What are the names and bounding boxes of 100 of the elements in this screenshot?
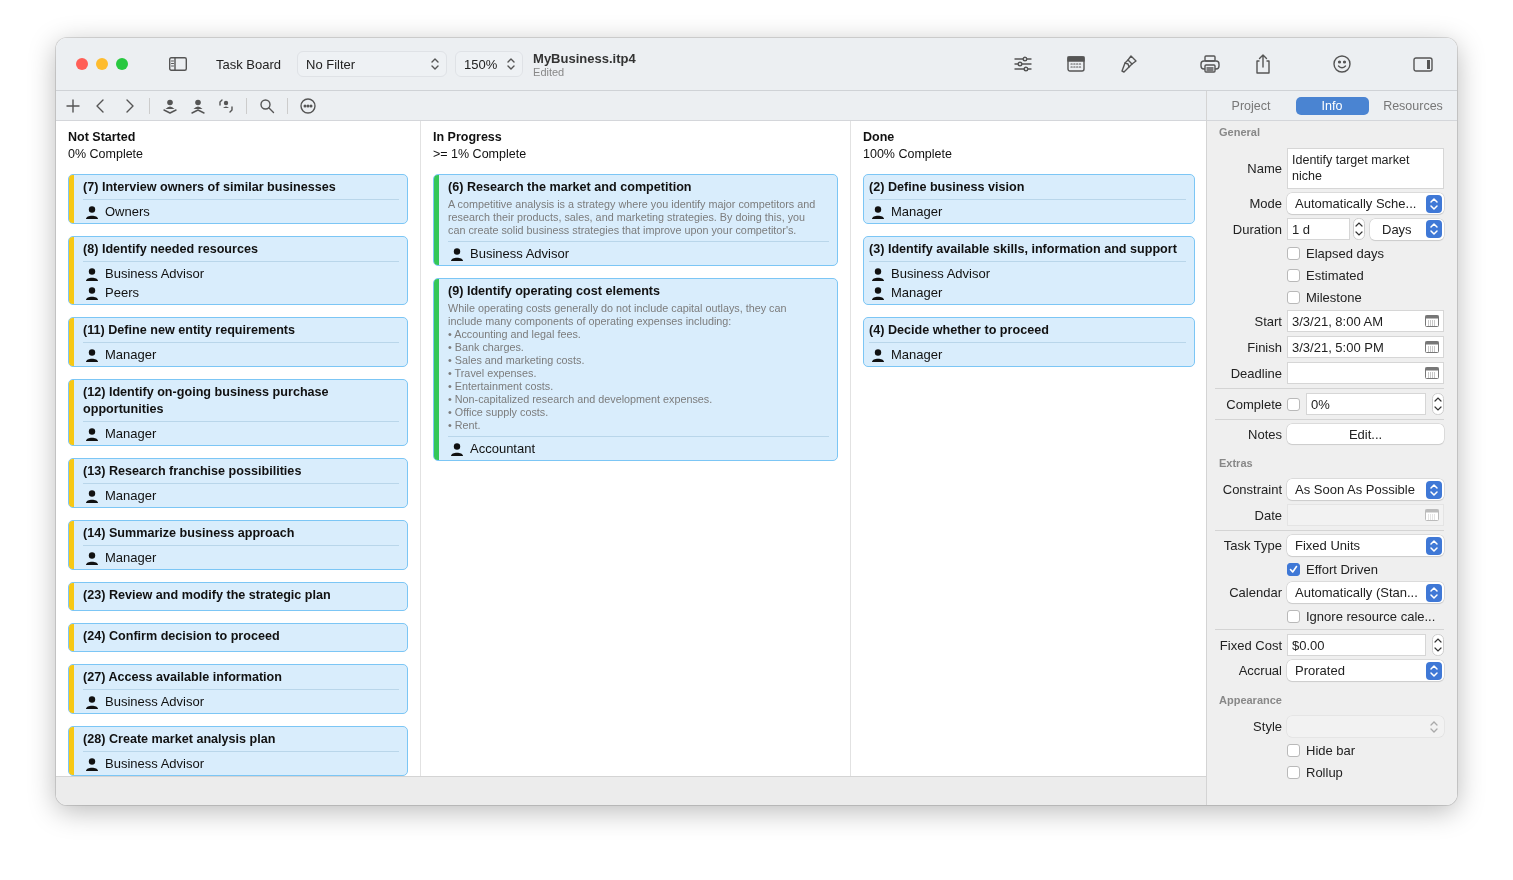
person-swap-icon[interactable] xyxy=(218,97,234,114)
resource-name: Manager xyxy=(105,487,157,505)
person-icon xyxy=(871,347,885,362)
resource-name: Manager xyxy=(105,425,157,443)
search-icon[interactable] xyxy=(259,97,275,114)
checkbox-label: Elapsed days xyxy=(1306,245,1385,261)
card-title: (27) Access available information xyxy=(83,669,283,686)
person-icon xyxy=(85,426,99,441)
calendar-icon[interactable] xyxy=(1425,315,1439,327)
person-icon xyxy=(871,285,885,300)
section-title: Extras xyxy=(1218,456,1254,469)
resource-name: Peers xyxy=(105,284,139,302)
checkbox[interactable] xyxy=(1287,562,1300,576)
checkbox[interactable] xyxy=(1287,397,1300,411)
card-title: (12) Identify on-going business purchase opportunities xyxy=(83,384,330,418)
task-card[interactable]: (23) Review and modify the strategic plan xyxy=(68,582,408,611)
filter-popup[interactable]: No Filter xyxy=(297,51,448,77)
person-icon xyxy=(450,441,464,456)
brush-icon[interactable] xyxy=(1120,54,1138,74)
person-icon xyxy=(85,285,99,300)
task-card[interactable]: (13) Research franchise possibilities Manager xyxy=(68,458,408,508)
field-label: Style xyxy=(1252,719,1282,734)
sidebar-icon[interactable] xyxy=(169,57,187,71)
outdent-person-icon[interactable] xyxy=(190,97,206,114)
card-title: (9) Identify operating cost elements xyxy=(448,283,662,300)
unit-popup[interactable]: Days xyxy=(1370,218,1444,240)
card-notes: • Accounting and legal fees. xyxy=(448,328,582,341)
field-label: Accrual xyxy=(1237,663,1282,678)
person-icon xyxy=(85,756,99,771)
task-card[interactable]: (8) Identify needed resources Business Advisor Peers xyxy=(68,236,408,305)
card-notes: A competitive analysis is a strategy where you identify major competitors and research their products, sales, and marketing strategies. By doing this, you can create solid business strategies that improve upon your competitor's. xyxy=(448,198,817,237)
resource-name: Business Advisor xyxy=(470,245,569,263)
date-field[interactable] xyxy=(1287,362,1444,384)
smiley-icon[interactable] xyxy=(1333,55,1351,73)
task-card[interactable]: (12) Identify on-going business purchase opportunities Manager xyxy=(68,379,408,446)
sliders-icon[interactable] xyxy=(1014,56,1032,72)
card-title: (8) Identify needed resources xyxy=(83,241,259,258)
stepper-icon[interactable] xyxy=(1432,393,1444,415)
popup-button[interactable]: Automatically (Stan... xyxy=(1287,582,1444,603)
checkbox-label: Milestone xyxy=(1306,289,1362,305)
task-card[interactable]: (14) Summarize business approach Manager xyxy=(68,520,408,570)
edit-button[interactable]: Edit... xyxy=(1287,424,1444,444)
popup-button[interactable]: Fixed Units xyxy=(1287,535,1444,556)
card-title: (7) Interview owners of similar businesses xyxy=(83,179,337,196)
task-card[interactable]: (24) Confirm decision to proceed xyxy=(68,623,408,652)
card-title: (3) Identify available skills, information and support xyxy=(869,241,1178,258)
checkbox[interactable] xyxy=(1287,268,1300,282)
duration-field[interactable]: 1 d xyxy=(1287,218,1350,240)
task-card[interactable]: (4) Decide whether to proceed Manager xyxy=(863,317,1195,367)
view-title: Task Board xyxy=(216,56,282,72)
column-subtitle: 0% Complete xyxy=(68,147,144,161)
resource-name: Manager xyxy=(891,203,943,221)
add-icon[interactable] xyxy=(65,97,81,114)
date-field[interactable]: 3/3/21, 8:00 AM xyxy=(1287,310,1444,332)
stepper-icon[interactable] xyxy=(1432,634,1444,656)
popup-button[interactable]: Automatically Sche... xyxy=(1287,193,1444,214)
popup-button[interactable]: As Soon As Possible xyxy=(1287,479,1444,500)
task-card[interactable] xyxy=(433,174,838,266)
column-subtitle: 100% Complete xyxy=(863,147,952,161)
person-icon xyxy=(871,204,885,219)
card-notes: • Entertainment costs. xyxy=(448,380,555,393)
task-card[interactable]: (3) Identify available skills, information and support Business Advisor Manager xyxy=(863,236,1195,305)
checkbox[interactable] xyxy=(1287,765,1300,779)
calendar-icon[interactable] xyxy=(1425,341,1439,353)
close-button[interactable] xyxy=(76,58,88,70)
checkbox[interactable] xyxy=(1287,246,1300,260)
field-label: Task Type xyxy=(1222,538,1282,553)
printer-icon[interactable] xyxy=(1200,55,1220,73)
checkbox[interactable] xyxy=(1287,743,1300,757)
task-card[interactable]: (27) Access available information Business Advisor xyxy=(68,664,408,714)
task-card[interactable]: (7) Interview owners of similar businesses Owners xyxy=(68,174,408,224)
resource-name: Business Advisor xyxy=(105,693,204,711)
share-icon[interactable] xyxy=(1255,54,1271,74)
chevron-updown-icon[interactable] xyxy=(430,57,441,71)
indent-person-icon[interactable] xyxy=(162,97,178,114)
more-icon[interactable] xyxy=(300,97,316,114)
zoom-popup[interactable]: 150% xyxy=(455,51,524,77)
inspector-tab[interactable]: Resources xyxy=(1376,96,1450,115)
calendar-icon[interactable] xyxy=(1067,56,1085,72)
popup-button[interactable]: Prorated xyxy=(1287,660,1444,681)
checkbox[interactable] xyxy=(1287,609,1300,623)
card-title: (11) Define new entity requirements xyxy=(83,322,297,339)
task-card[interactable]: (2) Define business vision Manager xyxy=(863,174,1195,224)
inspector-tab[interactable]: Project xyxy=(1214,96,1288,115)
chevron-updown-icon[interactable] xyxy=(506,57,517,71)
calendar-icon[interactable] xyxy=(1425,367,1439,379)
card-title: (2) Define business vision xyxy=(869,179,1026,196)
sidebar-right-icon[interactable] xyxy=(1413,56,1433,72)
task-card[interactable]: (11) Define new entity requirements Manager xyxy=(68,317,408,367)
cost-field[interactable]: $0.00 xyxy=(1287,634,1426,656)
name-field[interactable]: Identify target market niche xyxy=(1287,148,1444,189)
percent-field[interactable]: 0% xyxy=(1306,393,1426,415)
inspector-tab[interactable]: Info xyxy=(1295,96,1369,115)
task-card[interactable]: (28) Create market analysis plan Business Advisor xyxy=(68,726,408,776)
stepper-icon[interactable] xyxy=(1353,218,1365,240)
checkbox[interactable] xyxy=(1287,290,1300,304)
field-label: Date xyxy=(1253,507,1282,523)
resource-name: Manager xyxy=(891,346,943,364)
section-title: Appearance xyxy=(1218,693,1283,706)
date-field[interactable]: 3/3/21, 5:00 PM xyxy=(1287,336,1444,358)
